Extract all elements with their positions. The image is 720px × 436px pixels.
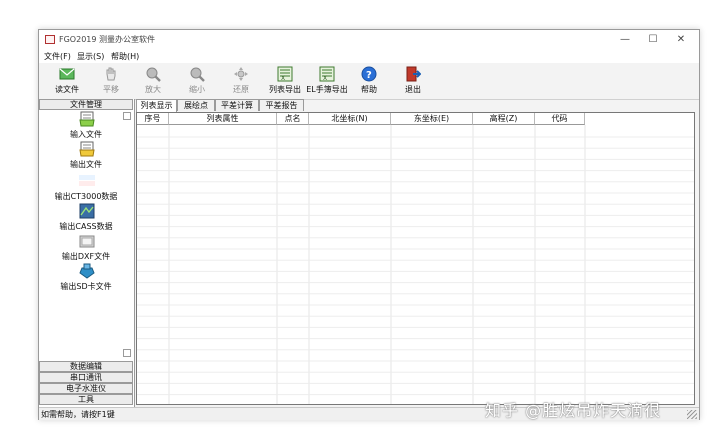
minimize-button[interactable]: — [611,30,639,49]
panel-scroll-down-button[interactable] [123,349,131,357]
zoom-in-icon [146,67,161,82]
exit-button[interactable]: 退出 [393,65,433,97]
el-book-export-icon: X [319,66,335,82]
col-header-index[interactable]: 序号 [137,113,169,125]
app-icon [45,35,55,44]
zoom-out-button[interactable]: 缩小 [177,65,217,97]
col-header-east[interactable]: 东坐标(E) [391,113,473,125]
col-header-north[interactable]: 北坐标(N) [309,113,391,125]
col-header-elevation[interactable]: 高程(Z) [473,113,535,125]
zoom-in-button[interactable]: 放大 [133,65,173,97]
ct3000-export-icon [79,175,95,186]
cass-export-icon [79,203,95,219]
restore-view-button[interactable]: 还原 [221,65,261,97]
digital-level-section[interactable]: 电子水准仪 [39,383,133,394]
help-button[interactable]: ? 帮助 [349,65,389,97]
export-dxf-button[interactable]: 输出DXF文件 [39,233,133,263]
pan-hand-icon [106,67,116,81]
toolbar: 读文件 平移 放大 缩小 还原 X 列表导出 X EL手簿导出 ? 帮助 退出 [39,63,699,100]
output-file-button[interactable]: 输出文件 [39,141,133,171]
svg-text:X: X [323,75,327,82]
watermark: 知乎 @胜炫吊炸天滴很 [485,401,662,420]
exit-icon [406,66,421,82]
help-icon: ? [361,66,377,82]
tab-adjustment-calc[interactable]: 平差计算 [215,99,259,111]
input-file-label: 输入文件 [70,130,102,139]
file-management-header[interactable]: 文件管理 [39,99,133,110]
menu-file[interactable]: 文件(F) [44,51,71,62]
export-sd-card-label: 输出SD卡文件 [60,282,112,291]
el-book-export-button[interactable]: X EL手簿导出 [306,65,348,97]
resize-grip[interactable] [687,410,697,419]
serial-comm-section[interactable]: 串口通讯 [39,372,133,383]
data-edit-section[interactable]: 数据编辑 [39,361,133,372]
exit-label: 退出 [405,85,421,94]
zoom-out-icon [190,67,205,82]
maximize-button[interactable]: ☐ [639,30,667,49]
sd-card-export-icon [79,263,95,279]
data-table[interactable]: 序号 列表属性 点名 北坐标(N) 东坐标(E) 高程(Z) 代码 [136,112,695,405]
close-button[interactable]: ✕ [667,30,695,49]
table-gridlines [137,125,694,404]
output-file-icon [79,141,95,157]
menu-view[interactable]: 显示(S) [77,51,104,62]
export-cass-button[interactable]: 输出CASS数据 [39,203,133,233]
output-file-label: 输出文件 [70,160,102,169]
input-file-button[interactable]: 输入文件 [39,111,133,141]
app-window: FGO2019 测量办公室软件 — ☐ ✕ 文件(F) 显示(S) 帮助(H) … [38,29,700,420]
file-management-panel: 文件管理 输入文件 输出文件 输出CT3000数据 输出CASS数据 输出DXF… [39,99,135,407]
export-cass-label: 输出CASS数据 [59,222,113,231]
pan-button[interactable]: 平移 [91,65,131,97]
tools-section[interactable]: 工具 [39,394,133,405]
col-header-code[interactable]: 代码 [535,113,585,125]
restore-view-icon [234,67,248,81]
svg-text:X: X [281,75,285,82]
read-file-icon [59,68,75,80]
list-export-button[interactable]: X 列表导出 [265,65,305,97]
export-ct3000-label: 输出CT3000数据 [54,192,118,201]
input-file-icon [79,111,95,127]
menu-bar: 文件(F) 显示(S) 帮助(H) [39,49,699,63]
read-file-button[interactable]: 读文件 [47,65,87,97]
window-title: FGO2019 测量办公室软件 [59,35,155,44]
status-text: 如需帮助，请按F1键 [41,410,115,419]
tab-plot-points[interactable]: 展绘点 [177,99,215,111]
list-export-icon: X [277,66,293,82]
export-dxf-label: 输出DXF文件 [61,252,111,261]
col-header-attribute[interactable]: 列表属性 [169,113,277,125]
export-sd-card-button[interactable]: 输出SD卡文件 [39,263,133,293]
tab-list-display[interactable]: 列表显示 [136,99,177,112]
menu-help[interactable]: 帮助(H) [111,51,139,62]
export-ct3000-button[interactable]: 输出CT3000数据 [39,173,133,203]
svg-text:?: ? [366,70,372,81]
title-bar: FGO2019 测量办公室软件 — ☐ ✕ [39,30,699,49]
col-header-point-name[interactable]: 点名 [277,113,309,125]
tab-adjustment-report[interactable]: 平差报告 [259,99,304,111]
dxf-export-icon [79,235,95,248]
